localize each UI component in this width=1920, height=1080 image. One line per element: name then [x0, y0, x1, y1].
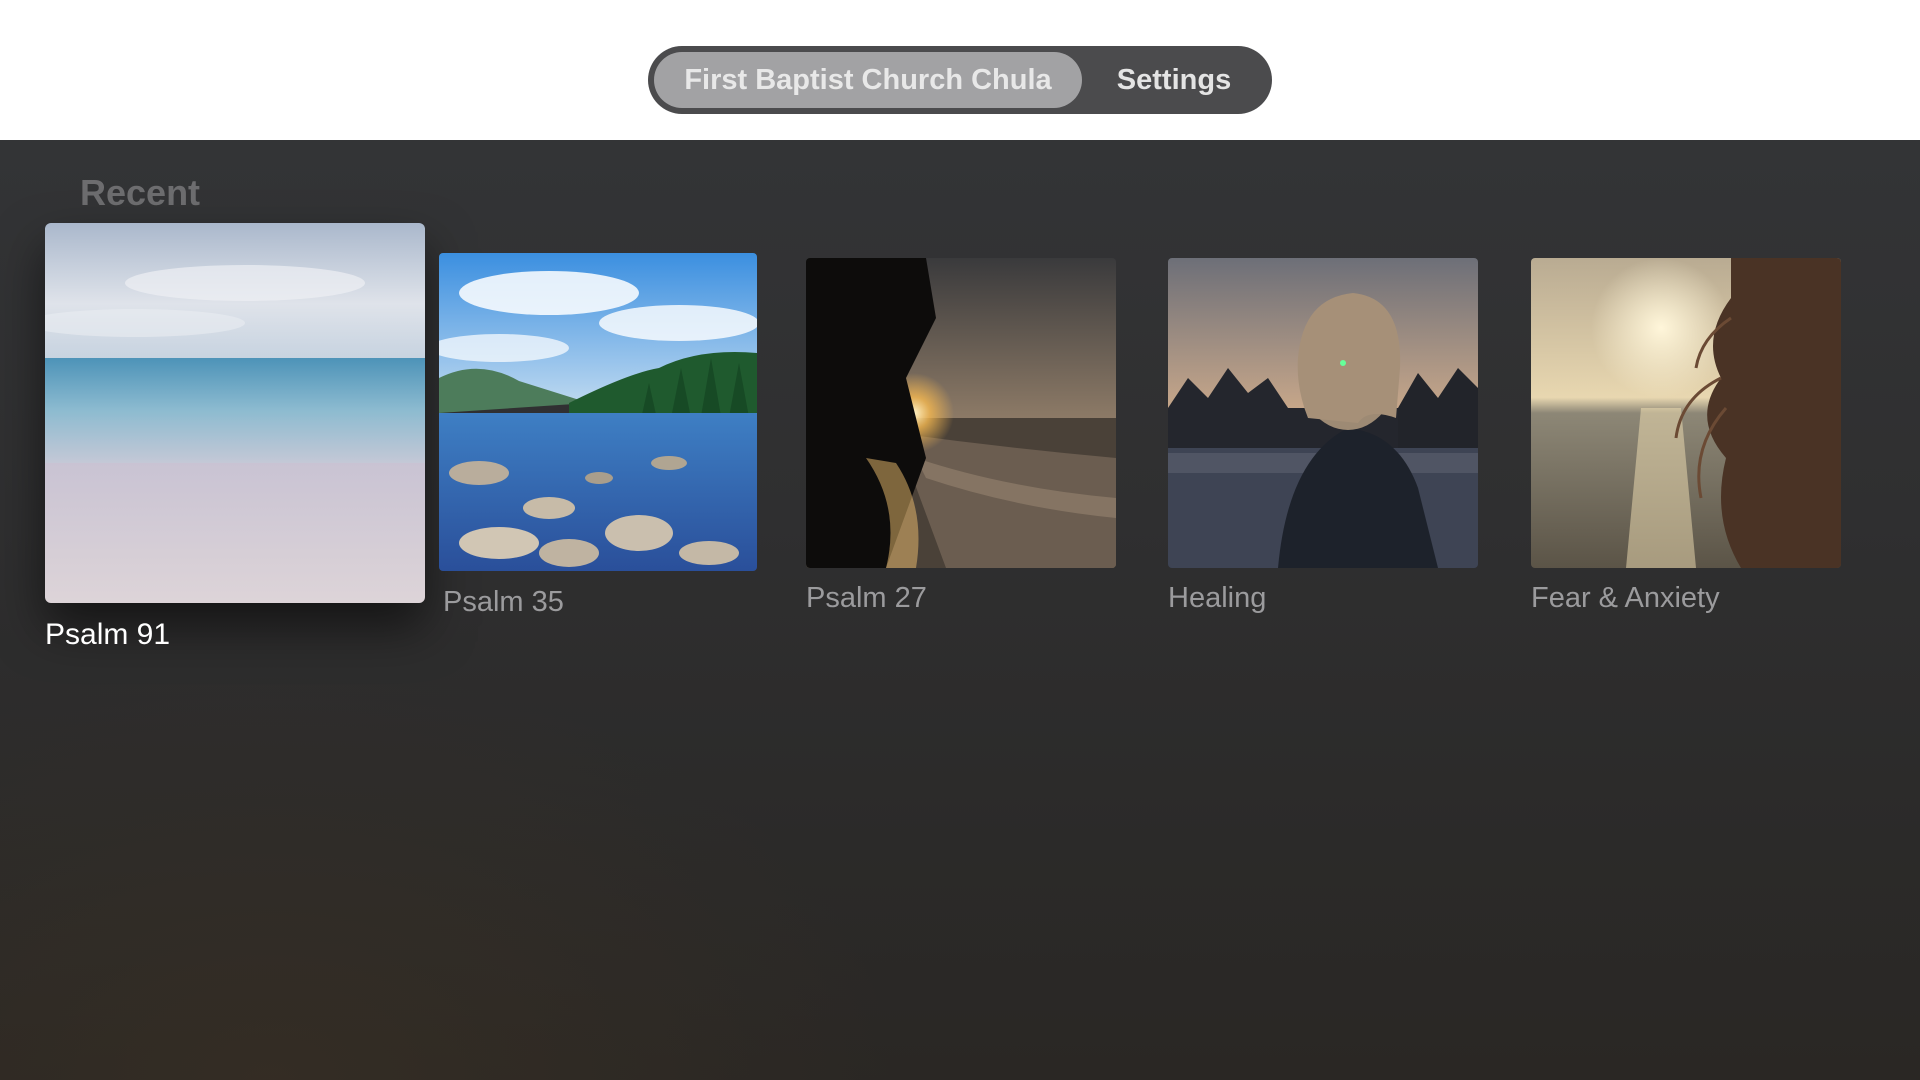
card-label: Psalm 91 [45, 618, 171, 651]
card-thumbnail [439, 253, 757, 571]
top-bar: First Baptist Church Chula Settings [0, 0, 1920, 140]
lake-rocks-image [439, 253, 757, 571]
card-thumbnail [1168, 258, 1478, 568]
recent-card-healing[interactable]: Healing [1168, 258, 1478, 628]
card-label: Psalm 27 [806, 582, 927, 614]
section-title-recent: Recent [80, 172, 201, 213]
recent-card-psalm-91[interactable]: Psalm 91 [45, 223, 425, 663]
calm-beach-image [45, 223, 425, 603]
card-label: Fear & Anxiety [1531, 582, 1720, 614]
recent-card-psalm-27[interactable]: Psalm 27 [806, 258, 1116, 628]
tab-bar: First Baptist Church Chula Settings [648, 46, 1272, 114]
tab-label: Settings [1116, 63, 1232, 96]
recent-card-psalm-35[interactable]: Psalm 35 [439, 253, 757, 633]
card-thumbnail [806, 258, 1116, 568]
main-content: Recent Psalm 91 Psalm 35 Psalm 27 Healin… [0, 140, 1920, 1080]
tab-settings[interactable]: Settings [1082, 52, 1266, 108]
tab-first-baptist-church-chula[interactable]: First Baptist Church Chula [654, 52, 1082, 108]
woman-lake-image [1168, 258, 1478, 568]
card-label: Psalm 35 [443, 586, 564, 618]
card-thumbnail [1531, 258, 1841, 568]
recent-card-fear-anxiety[interactable]: Fear & Anxiety [1531, 258, 1841, 628]
card-thumbnail [45, 223, 425, 603]
tab-label: First Baptist Church Chula [684, 63, 1052, 96]
hair-sea-image [1531, 258, 1841, 568]
sunset-shore-image [806, 258, 1116, 568]
card-label: Healing [1168, 582, 1267, 614]
